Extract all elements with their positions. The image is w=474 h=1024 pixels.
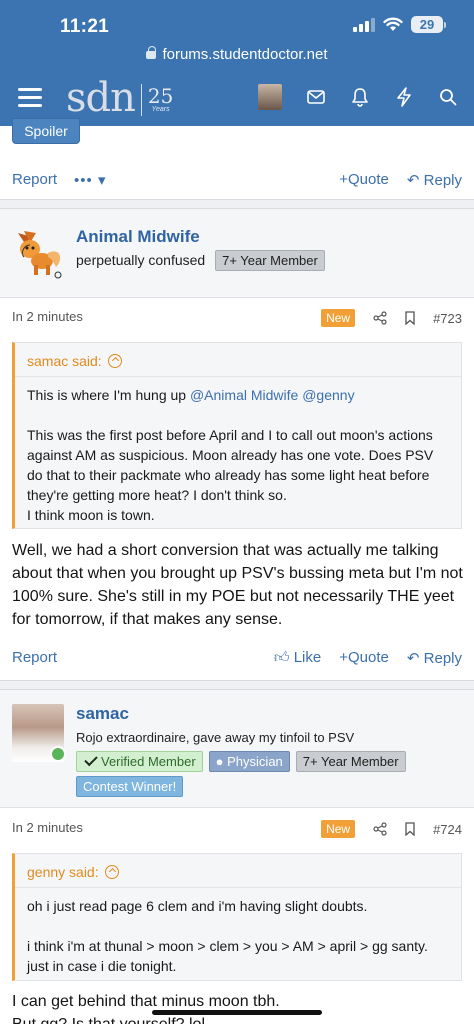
avatar[interactable] bbox=[10, 223, 66, 279]
quote-author[interactable]: samac said: bbox=[15, 343, 461, 377]
username[interactable]: samac bbox=[76, 704, 129, 724]
new-badge: New bbox=[321, 309, 356, 327]
menu-icon[interactable] bbox=[18, 88, 42, 108]
report-link[interactable]: Report bbox=[12, 171, 57, 188]
bookmark-icon[interactable] bbox=[405, 311, 415, 325]
post-time[interactable]: In 2 minutes bbox=[12, 820, 83, 835]
nav-icons bbox=[258, 84, 458, 110]
badge-verified: Verified Member bbox=[76, 751, 203, 772]
badge-contest-winner: Contest Winner! bbox=[76, 776, 184, 797]
user-avatar-icon[interactable] bbox=[258, 84, 282, 110]
battery-level: 29 bbox=[411, 16, 443, 33]
lock-icon bbox=[146, 46, 157, 59]
chevron-down-icon: ▾ bbox=[97, 172, 107, 189]
quote-block: samac said: This is where I'm hung up @A… bbox=[12, 342, 462, 529]
quote-text: This is where I'm hung up @Animal Midwif… bbox=[27, 387, 434, 523]
badge-year-member: 7+ Year Member bbox=[215, 250, 325, 271]
bookmark-icon[interactable] bbox=[405, 822, 415, 836]
user-title: Rojo extraordinaire, gave away my tinfoi… bbox=[76, 730, 355, 745]
badge-row: Verified Member ● Physician 7+ Year Memb… bbox=[76, 751, 406, 772]
share-icon[interactable] bbox=[373, 822, 387, 836]
url-bar[interactable]: forums.studentdoctor.net bbox=[0, 46, 474, 63]
spoiler-button[interactable]: Spoiler bbox=[12, 118, 80, 144]
post-author-block: samac Rojo extraordinaire, gave away my … bbox=[0, 690, 474, 808]
bell-icon[interactable] bbox=[350, 86, 370, 108]
post-number[interactable]: #724 bbox=[433, 822, 462, 837]
doctor-icon: ● bbox=[215, 754, 224, 769]
anniversary-mark: 25 Years bbox=[147, 84, 174, 113]
post-separator bbox=[0, 680, 474, 690]
post-author-block: Animal Midwife perpetually confused 7+ Y… bbox=[0, 209, 474, 298]
top-bar: 11:21 29 forums.studentdoctor.net sdn 25… bbox=[0, 0, 474, 126]
wifi-icon bbox=[383, 17, 403, 31]
url-text: forums.studentdoctor.net bbox=[162, 46, 328, 63]
quote-author[interactable]: genny said: bbox=[15, 854, 461, 888]
post-time[interactable]: In 2 minutes bbox=[12, 309, 83, 324]
site-logo[interactable]: sdn 25 Years bbox=[66, 76, 173, 120]
quote-button[interactable]: +Quote bbox=[339, 649, 389, 667]
quote-block: genny said: oh i just read page 6 clem a… bbox=[12, 853, 462, 981]
badge-year-member: 7+ Year Member bbox=[295, 751, 406, 772]
user-mentions[interactable]: @Animal Midwife @genny bbox=[190, 387, 355, 403]
quote-button[interactable]: +Quote bbox=[339, 171, 389, 189]
reply-icon: ↶ bbox=[406, 650, 420, 667]
online-status-icon bbox=[50, 746, 66, 762]
home-indicator[interactable] bbox=[152, 1010, 322, 1015]
reply-button[interactable]: ↶ Reply bbox=[407, 649, 462, 667]
username[interactable]: Animal Midwife bbox=[76, 227, 200, 247]
post-body: Well, we had a short conversion that was… bbox=[12, 542, 463, 628]
report-link[interactable]: Report bbox=[12, 649, 57, 666]
go-to-quote-icon[interactable] bbox=[104, 865, 119, 879]
inbox-icon[interactable] bbox=[306, 86, 326, 108]
bolt-icon[interactable] bbox=[394, 86, 414, 108]
user-title: perpetually confused 7+ Year Member bbox=[76, 250, 325, 271]
badge-physician: ● Physician bbox=[208, 751, 290, 772]
search-icon[interactable] bbox=[438, 86, 458, 108]
new-badge: New bbox=[321, 820, 356, 838]
status-icons: 29 bbox=[353, 16, 446, 33]
like-button[interactable]: 👍︎ Like bbox=[274, 649, 321, 667]
post-body: I can get behind that minus moon tbh. Bu… bbox=[12, 993, 280, 1024]
quote-text: oh i just read page 6 clem and i'm havin… bbox=[27, 898, 428, 974]
go-to-quote-icon[interactable] bbox=[107, 354, 122, 368]
share-icon[interactable] bbox=[373, 311, 387, 325]
badge-row: Contest Winner! bbox=[76, 776, 184, 797]
status-time: 11:21 bbox=[60, 16, 110, 37]
check-icon bbox=[84, 752, 98, 767]
post-number[interactable]: #723 bbox=[433, 311, 462, 326]
more-menu[interactable]: ••• ▾ bbox=[74, 171, 106, 189]
post-separator bbox=[0, 199, 474, 209]
logo-text: sdn bbox=[66, 75, 136, 121]
thumbs-up-icon: 👍︎ bbox=[273, 649, 290, 666]
cellular-signal-icon bbox=[353, 17, 375, 32]
reply-button[interactable]: ↶ Reply bbox=[407, 171, 462, 189]
reply-icon: ↶ bbox=[406, 172, 420, 189]
avatar[interactable] bbox=[12, 704, 66, 762]
battery-icon: 29 bbox=[411, 16, 446, 33]
